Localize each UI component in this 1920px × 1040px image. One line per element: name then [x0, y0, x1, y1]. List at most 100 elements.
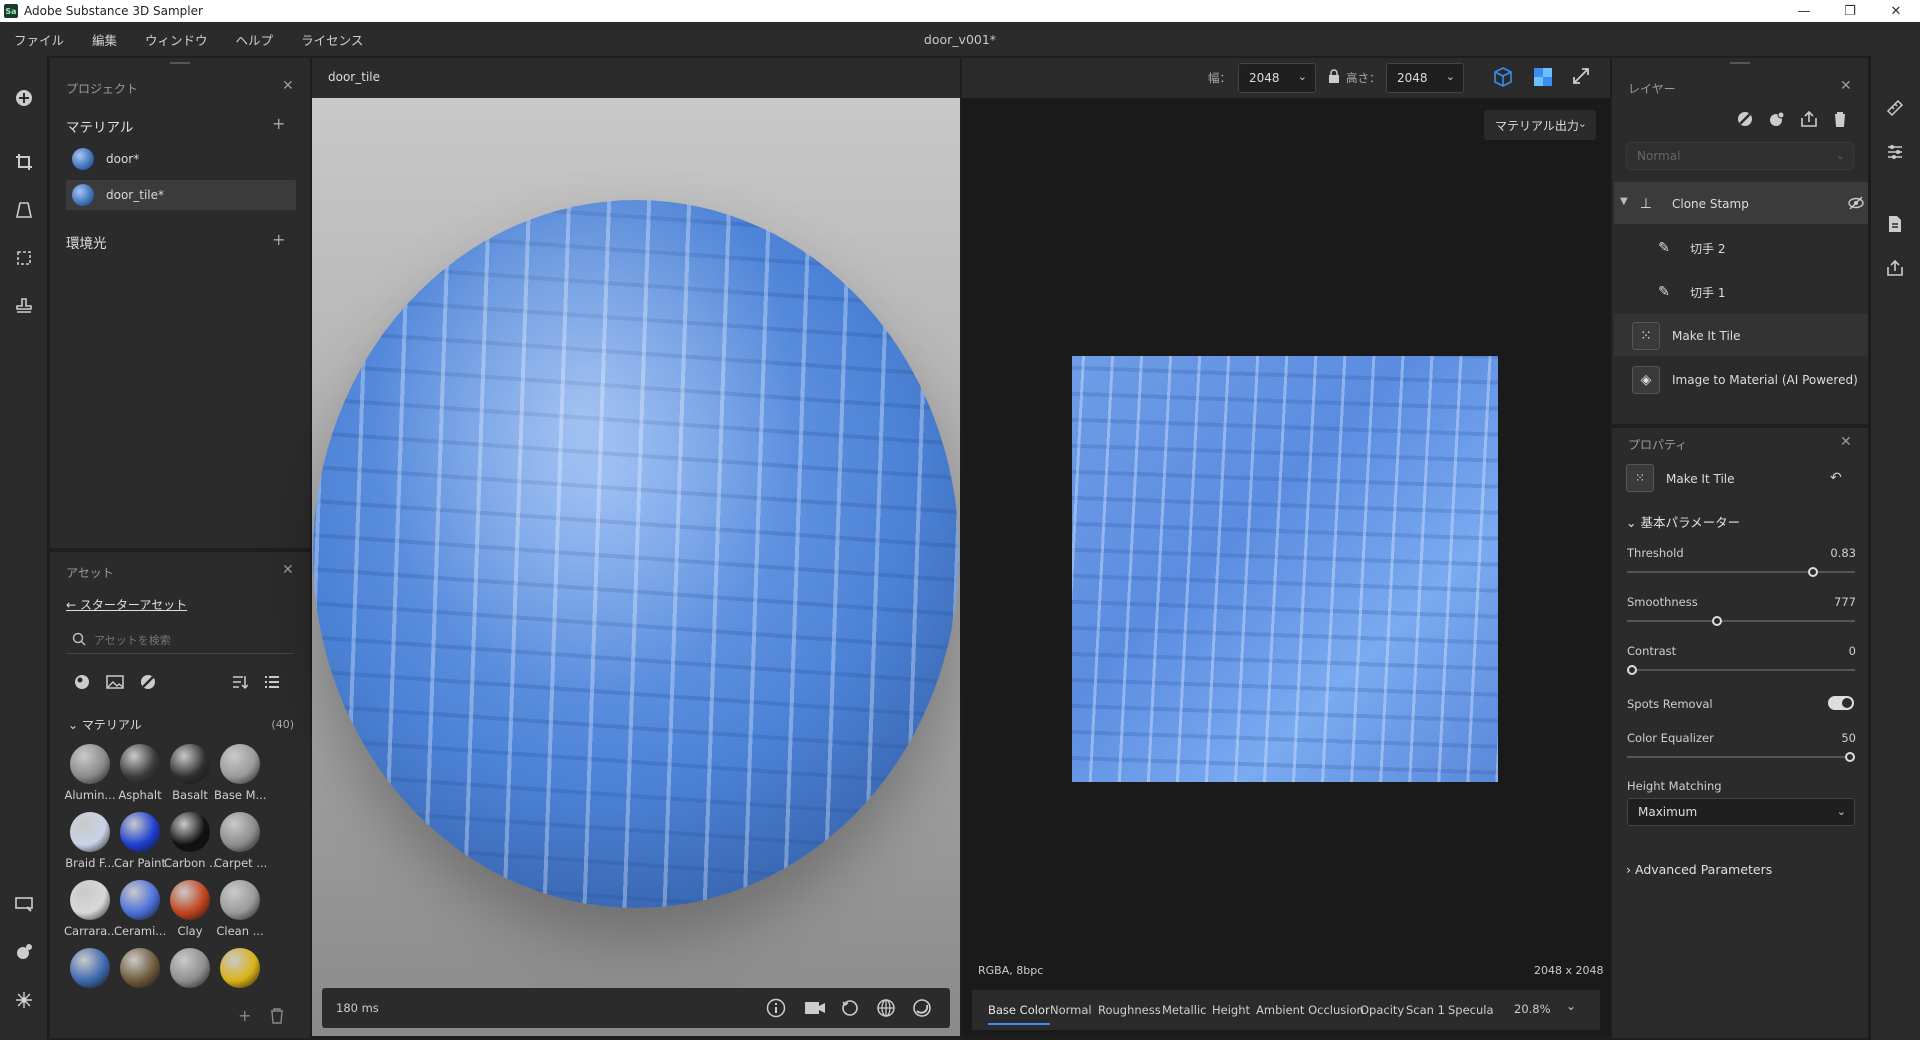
height-matching-dropdown[interactable]: Maximum ⌄ [1627, 798, 1855, 826]
filter-images-icon[interactable] [106, 674, 124, 693]
back-arrow-icon[interactable]: ← [66, 598, 76, 612]
document-icon[interactable] [1881, 210, 1909, 238]
layer-stamp-1[interactable]: ✎ 切手 1 [1650, 270, 1900, 314]
stamp-tool-icon[interactable] [10, 292, 38, 320]
perspective-icon[interactable] [10, 196, 38, 224]
asset-swatch[interactable] [220, 812, 260, 852]
asset-swatch[interactable] [220, 948, 260, 988]
channel-tab-height[interactable]: Height [1212, 1003, 1250, 1017]
chevron-down-icon[interactable]: ⌄ [1566, 999, 1576, 1013]
environment-icon[interactable] [912, 998, 932, 1021]
asset-swatch[interactable] [70, 812, 110, 852]
globe-icon[interactable] [876, 998, 896, 1021]
close-icon[interactable]: ✕ [282, 562, 294, 578]
screen-icon[interactable] [10, 890, 38, 918]
width-dropdown[interactable]: 2048 ⌄ [1238, 63, 1316, 93]
expand-icon[interactable]: ▼ [1620, 196, 1628, 207]
asset-swatch[interactable] [170, 880, 210, 920]
info-icon[interactable] [766, 998, 786, 1021]
asset-swatch[interactable] [220, 880, 260, 920]
channel-tab-base-color[interactable]: Base Color [988, 1003, 1050, 1025]
camera-icon[interactable] [804, 998, 826, 1021]
asset-swatch[interactable] [70, 744, 110, 784]
asset-swatch[interactable] [120, 744, 160, 784]
reset-icon[interactable]: ↶ [1830, 470, 1842, 486]
asset-swatch[interactable] [120, 880, 160, 920]
maximize-button[interactable]: ❐ [1830, 0, 1870, 22]
expand-icon[interactable] [1572, 67, 1590, 88]
material-preview-sphere[interactable] [313, 200, 959, 908]
color-equalizer-slider[interactable] [1627, 752, 1855, 762]
chevron-down-icon[interactable]: ⌄ [68, 718, 78, 732]
asset-swatch[interactable] [70, 880, 110, 920]
asset-swatch[interactable] [170, 812, 210, 852]
sort-icon[interactable] [232, 674, 249, 693]
contrast-value[interactable]: 0 [1849, 644, 1856, 658]
add-material-button[interactable]: + [272, 114, 285, 133]
smoothness-slider[interactable] [1627, 616, 1855, 626]
channel-tab-roughness[interactable]: Roughness [1098, 1003, 1161, 1017]
view-2d-icon[interactable] [1532, 66, 1554, 91]
channel-tab-metallic[interactable]: Metallic [1162, 1003, 1206, 1017]
add-asset-button[interactable]: + [238, 1006, 251, 1025]
material-item-door-tile[interactable]: door_tile* [66, 180, 296, 210]
basic-parameters-header[interactable]: ⌄ 基本パラメーター [1626, 512, 1740, 531]
trash-icon[interactable] [1832, 110, 1848, 131]
layer-make-it-tile[interactable]: ⁙ Make It Tile [1632, 314, 1882, 358]
rotate-light-icon[interactable] [840, 998, 860, 1021]
threshold-slider[interactable] [1627, 567, 1855, 577]
smoothness-value[interactable]: 777 [1834, 595, 1856, 609]
spots-removal-toggle[interactable] [1828, 696, 1854, 710]
advanced-parameters-header[interactable]: › Advanced Parameters [1626, 862, 1772, 877]
lock-icon[interactable] [1328, 69, 1340, 86]
menu-help[interactable]: ヘルプ [222, 30, 288, 49]
blend-mode-dropdown[interactable]: Normal ⌄ [1626, 142, 1854, 170]
menu-window[interactable]: ウィンドウ [131, 30, 222, 49]
breadcrumb[interactable]: ← スターターアセット [66, 596, 187, 613]
asset-swatch[interactable] [170, 744, 210, 784]
asset-swatch[interactable] [70, 948, 110, 988]
export-icon[interactable] [1800, 110, 1818, 131]
transform-icon[interactable] [10, 244, 38, 272]
close-window-button[interactable]: ✕ [1876, 0, 1916, 22]
settings-sliders-icon[interactable] [1881, 138, 1909, 166]
channel-tab-opacity[interactable]: Opacity [1360, 1003, 1404, 1017]
texture-preview[interactable] [1072, 356, 1498, 782]
channel-tab-ambient-occlusion[interactable]: Ambient Occlusion [1256, 1003, 1364, 1017]
material-item-door[interactable]: door* [66, 144, 296, 174]
add-environment-button[interactable]: + [272, 230, 285, 249]
asset-swatch[interactable] [170, 948, 210, 988]
channel-tab-specula[interactable]: Specula [1448, 1003, 1494, 1017]
layer-clone-stamp[interactable]: ⊥ Clone Stamp [1632, 182, 1882, 226]
menu-license[interactable]: ライセンス [287, 30, 377, 49]
threshold-knob[interactable] [1807, 567, 1818, 577]
crop-icon[interactable] [10, 148, 38, 176]
close-icon[interactable]: ✕ [1840, 78, 1852, 94]
zoom-level[interactable]: 20.8% [1514, 1002, 1551, 1016]
asset-swatch[interactable] [220, 744, 260, 784]
asset-swatch[interactable] [120, 948, 160, 988]
layer-image-to-material[interactable]: ◈ Image to Material (AI Powered) [1632, 358, 1882, 402]
contrast-knob[interactable] [1627, 665, 1637, 675]
share-icon[interactable] [1881, 254, 1909, 282]
channel-tab-scan-1[interactable]: Scan 1 [1406, 1003, 1445, 1017]
layer-stamp-2[interactable]: ✎ 切手 2 [1650, 226, 1900, 270]
color-equalizer-knob[interactable] [1845, 752, 1855, 762]
asset-search[interactable] [66, 628, 294, 654]
filter-materials-icon[interactable] [74, 674, 90, 693]
close-icon[interactable]: ✕ [1840, 434, 1852, 450]
color-equalizer-value[interactable]: 50 [1841, 731, 1856, 745]
threshold-value[interactable]: 0.83 [1830, 546, 1856, 560]
channel-tab-normal[interactable]: Normal [1050, 1003, 1092, 1017]
asset-swatch[interactable] [120, 812, 160, 852]
menu-file[interactable]: ファイル [0, 30, 78, 49]
minimize-button[interactable]: — [1784, 0, 1824, 22]
trash-icon[interactable] [270, 1008, 284, 1027]
mask-icon[interactable] [1736, 110, 1754, 131]
height-dropdown[interactable]: 2048 ⌄ [1386, 63, 1464, 93]
contrast-slider[interactable] [1627, 665, 1855, 675]
material-export-dropdown[interactable]: マテリアル出力 ⌄ [1484, 110, 1596, 140]
menu-edit[interactable]: 編集 [78, 30, 131, 49]
category-header[interactable]: ⌄ マテリアル [68, 716, 142, 733]
list-view-icon[interactable] [264, 674, 280, 693]
